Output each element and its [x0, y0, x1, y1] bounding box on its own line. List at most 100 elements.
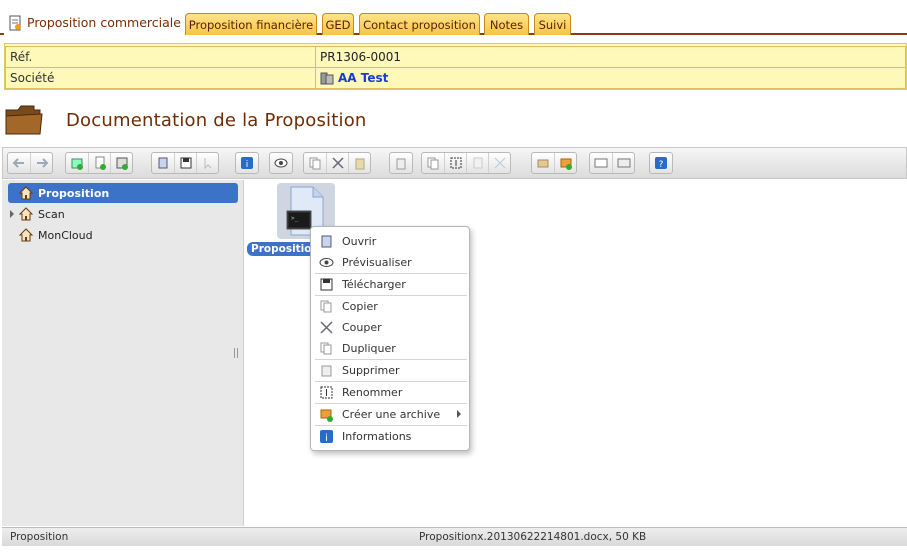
trash-icon [321, 365, 332, 376]
menu-item-rename[interactable]: Renommer [313, 382, 467, 402]
tab-suivi[interactable]: Suivi [534, 13, 571, 35]
menu-item-information[interactable]: i Informations [313, 426, 467, 446]
list-view-button[interactable] [612, 153, 634, 173]
home-icon [18, 207, 34, 221]
help-group: ? [649, 152, 673, 174]
tab-bar: Proposition commerciale Proposition fina… [0, 8, 907, 35]
save-icon [180, 157, 191, 169]
info-icon: i [241, 157, 253, 170]
edit-button[interactable] [466, 153, 488, 173]
duplicate-icon [427, 157, 439, 170]
folder-tree: Proposition Scan MonCloud [2, 180, 244, 526]
svg-text:i: i [246, 160, 249, 170]
resize-button[interactable] [488, 153, 510, 173]
save-icon [320, 278, 333, 290]
archive-button[interactable] [554, 153, 576, 173]
home-icon [18, 228, 34, 242]
tab-proposition-commerciale[interactable]: Proposition commerciale [4, 10, 187, 35]
ref-row: Réf. PR1306-0001 [5, 46, 906, 68]
ref-value: PR1306-0001 [315, 46, 906, 68]
tree-item-label: Scan [38, 207, 65, 221]
proposal-info-table: Réf. PR1306-0001 Société AA Test [4, 43, 907, 90]
menu-item-cut[interactable]: Couper [313, 317, 467, 337]
menu-item-create-archive[interactable]: Créer une archive [313, 404, 467, 424]
menu-item-delete[interactable]: Supprimer [313, 360, 467, 380]
tree-item-scan[interactable]: Scan [8, 204, 238, 224]
open-group [151, 152, 219, 174]
select-button[interactable] [196, 153, 218, 173]
rename-button[interactable] [444, 153, 466, 173]
new-folder-icon [71, 158, 83, 170]
svg-text:i: i [325, 433, 328, 444]
file-manager-toolbar: i ? [2, 147, 907, 179]
preview-button[interactable] [270, 153, 292, 173]
archive-group [531, 152, 577, 174]
archive-icon [320, 409, 333, 422]
extract-icon [537, 159, 549, 168]
tab-contact-proposition[interactable]: Contact proposition [359, 13, 480, 35]
tree-item-proposition[interactable]: Proposition [8, 183, 238, 203]
document-icon [9, 15, 21, 30]
view-group [589, 152, 635, 174]
help-button[interactable]: ? [650, 153, 672, 173]
paste-icon [355, 158, 364, 170]
open-button[interactable] [152, 153, 174, 173]
paste-button[interactable] [348, 153, 370, 173]
copy-icon [309, 157, 321, 170]
menu-item-open[interactable]: Ouvrir [313, 231, 467, 251]
help-icon: ? [655, 157, 667, 170]
back-button[interactable] [8, 153, 30, 173]
open-icon [158, 157, 168, 169]
info-group: i [235, 152, 259, 174]
page-title: Documentation de la Proposition [66, 109, 367, 131]
pane-splitter[interactable] [234, 348, 238, 358]
page-heading: Documentation de la Proposition [4, 100, 367, 140]
eye-icon [274, 158, 288, 168]
status-current-folder: Proposition [10, 531, 69, 543]
forward-button[interactable] [30, 153, 52, 173]
new-file-icon [95, 156, 106, 170]
icons-view-button[interactable] [590, 153, 612, 173]
scissors-icon [320, 320, 333, 334]
copy-icon [320, 300, 332, 312]
svg-text:?: ? [659, 160, 664, 170]
copy-button[interactable] [304, 153, 326, 173]
edit-icon [473, 157, 482, 169]
ref-label: Réf. [5, 46, 315, 68]
tab-notes[interactable]: Notes [484, 13, 529, 35]
open-icon [321, 235, 332, 247]
tree-item-label: MonCloud [38, 228, 93, 242]
submenu-arrow-icon [457, 410, 461, 418]
info-button[interactable]: i [236, 153, 258, 173]
company-label: Société [5, 67, 315, 89]
arrow-right-icon [36, 158, 48, 168]
file-group [65, 152, 133, 174]
duplicate-icon [320, 342, 332, 354]
tree-item-moncloud[interactable]: MonCloud [8, 225, 238, 245]
new-folder-button[interactable] [66, 153, 88, 173]
preview-group [269, 152, 293, 174]
duplicate-button[interactable] [422, 153, 444, 173]
menu-item-download[interactable]: Télécharger [313, 274, 467, 294]
rename-icon [450, 157, 461, 169]
menu-item-preview[interactable]: Prévisualiser [313, 252, 467, 272]
grid-icon [594, 158, 608, 168]
scissors-icon [331, 157, 344, 169]
tree-item-label: Proposition [38, 186, 110, 200]
clipboard-group [303, 152, 371, 174]
info-icon: i [320, 429, 333, 444]
cut-button[interactable] [326, 153, 348, 173]
upload-button[interactable] [110, 153, 132, 173]
building-icon [320, 72, 334, 85]
tab-proposition-financiere[interactable]: Proposition financière [185, 13, 317, 35]
new-file-button[interactable] [88, 153, 110, 173]
delete-button[interactable] [390, 153, 412, 173]
menu-item-duplicate[interactable]: Dupliquer [313, 338, 467, 358]
company-link[interactable]: AA Test [338, 71, 388, 85]
tab-ged[interactable]: GED [322, 13, 354, 35]
download-button[interactable] [174, 153, 196, 173]
menu-item-copy[interactable]: Copier [313, 296, 467, 316]
extract-button[interactable] [532, 153, 554, 173]
delete-group [389, 152, 413, 174]
expand-arrow-icon[interactable] [10, 210, 14, 218]
